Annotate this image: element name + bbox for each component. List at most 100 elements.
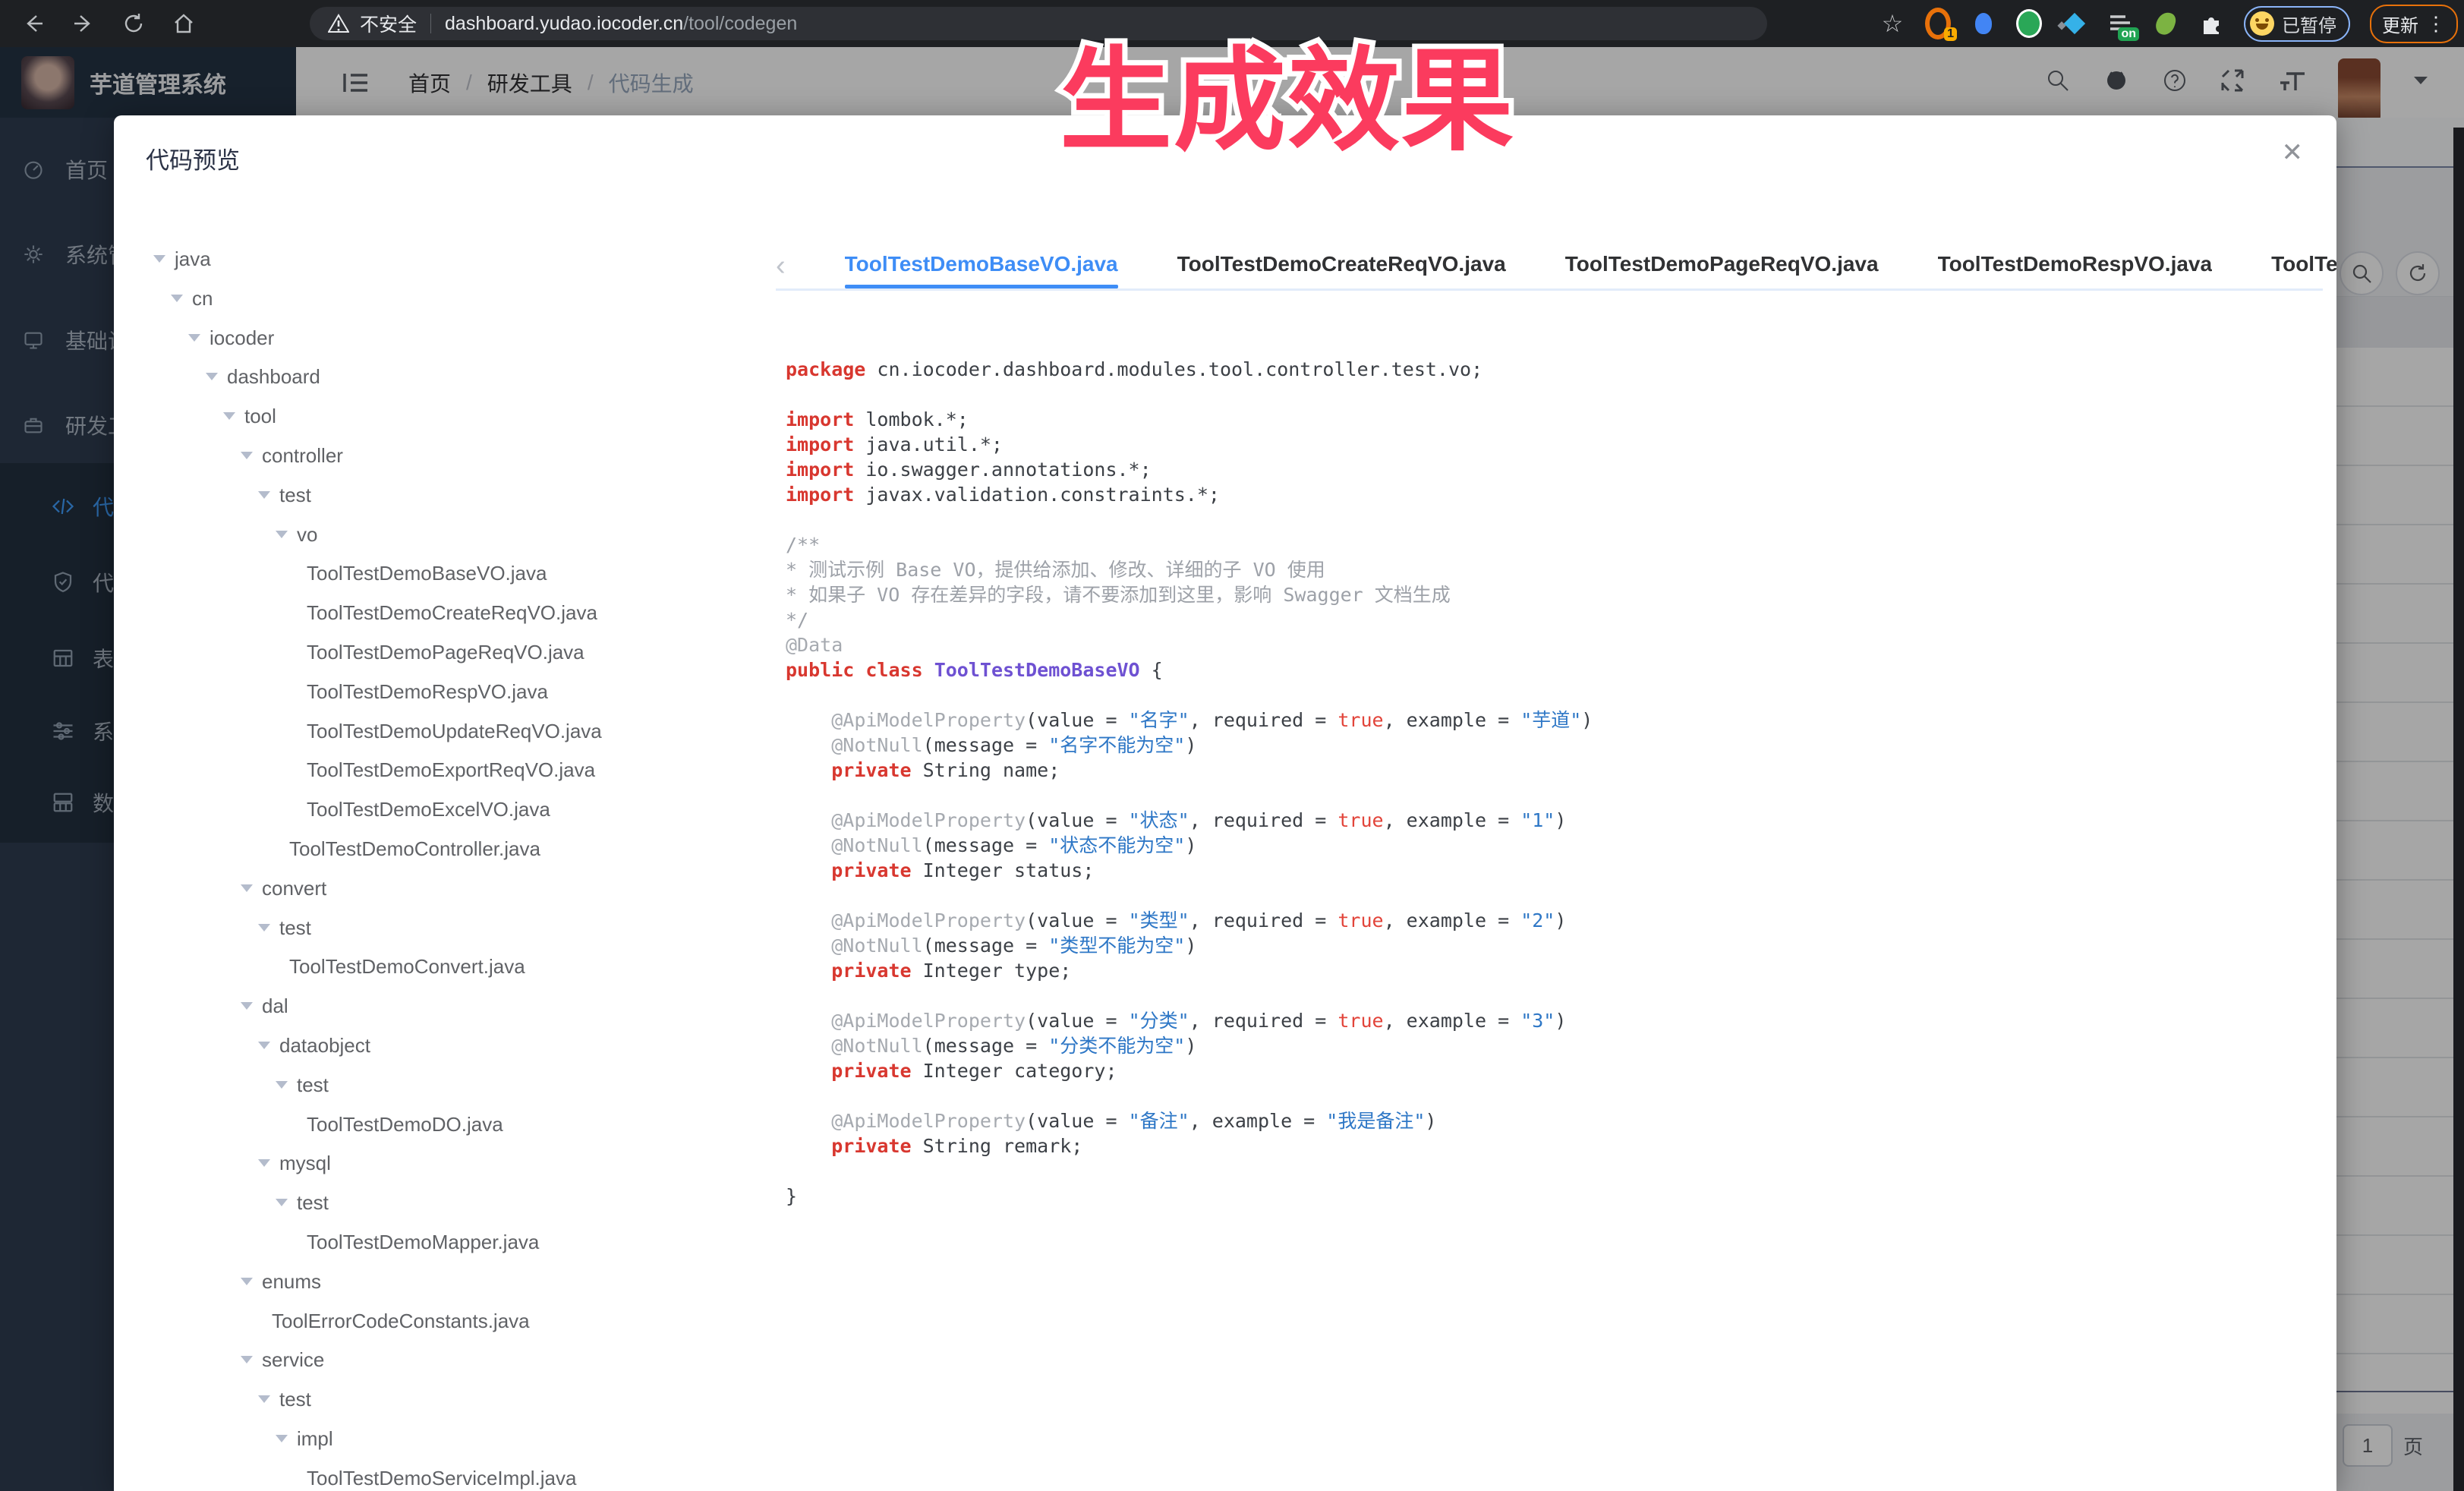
tree-node-file[interactable]: ToolTestDemoServiceImpl.java xyxy=(114,1458,759,1491)
caret-down-icon[interactable] xyxy=(258,491,270,499)
code-line xyxy=(786,883,1593,908)
bookmark-star-icon[interactable]: ☆ xyxy=(1880,11,1905,36)
caret-down-icon[interactable] xyxy=(171,295,183,302)
tree-node-label: ToolTestDemoServiceImpl.java xyxy=(307,1467,576,1490)
tree-node-folder[interactable]: java xyxy=(114,239,759,279)
code-line: public class ToolTestDemoBaseVO { xyxy=(786,657,1593,682)
extension-diamond-icon[interactable] xyxy=(2062,11,2087,36)
tree-node-folder[interactable]: dataobject xyxy=(114,1026,759,1065)
extension-blue-gem-icon[interactable] xyxy=(1971,11,1996,36)
tree-node-folder[interactable]: controller xyxy=(114,436,759,475)
code-line: /** xyxy=(786,532,1593,557)
caret-down-icon[interactable] xyxy=(276,1199,288,1206)
extension-orange-icon[interactable]: 1 xyxy=(1925,11,1951,36)
tree-node-folder[interactable]: vo xyxy=(114,515,759,554)
tree-node-folder[interactable]: impl xyxy=(114,1419,759,1458)
tree-node-folder[interactable]: test xyxy=(114,1379,759,1419)
caret-down-icon[interactable] xyxy=(241,1356,253,1363)
caret-down-icon[interactable] xyxy=(241,1002,253,1010)
extension-plant-icon[interactable] xyxy=(2153,11,2179,36)
code-line: private String remark; xyxy=(786,1133,1593,1158)
forward-icon[interactable] xyxy=(67,7,100,40)
tree-node-file[interactable]: ToolTestDemoDO.java xyxy=(114,1105,759,1144)
tree-node-folder[interactable]: dashboard xyxy=(114,357,759,396)
tree-node-file[interactable]: ToolTestDemoBaseVO.java xyxy=(114,553,759,593)
reload-icon[interactable] xyxy=(117,7,150,40)
tree-node-folder[interactable]: tool xyxy=(114,396,759,436)
tree-node-label: service xyxy=(262,1348,324,1372)
caret-down-icon[interactable] xyxy=(223,412,235,420)
tree-node-folder[interactable]: test xyxy=(114,475,759,515)
caret-down-icon[interactable] xyxy=(258,1395,270,1403)
tree-node-file[interactable]: ToolTestDemoUpdateReqVO.java xyxy=(114,711,759,751)
tree-node-label: ToolTestDemoUpdateReqVO.java xyxy=(307,720,602,743)
address-bar[interactable]: 不安全 dashboard.yudao.iocoder.cn/tool/code… xyxy=(310,7,1767,40)
tree-node-folder[interactable]: enums xyxy=(114,1262,759,1301)
tree-node-file[interactable]: ToolTestDemoExportReqVO.java xyxy=(114,750,759,790)
caret-down-icon[interactable] xyxy=(241,884,253,892)
code-line: @NotNull(message = "分类不能为空") xyxy=(786,1033,1593,1058)
caret-down-icon[interactable] xyxy=(258,1042,270,1049)
code-preview-dialog: 代码预览 ✕ javacniocoderdashboardtoolcontrol… xyxy=(114,115,2336,1491)
tree-node-label: iocoder xyxy=(210,326,274,350)
tree-node-label: test xyxy=(279,916,311,940)
url-path[interactable]: /tool/codegen xyxy=(683,13,797,35)
tree-node-folder[interactable]: iocoder xyxy=(114,318,759,358)
extension-on-badge: on xyxy=(2118,27,2139,41)
chrome-update-button[interactable]: 更新 ⋮ xyxy=(2370,5,2458,43)
code-line: @NotNull(message = "名字不能为空") xyxy=(786,733,1593,758)
browser-menu-kebab-icon[interactable]: ⋮ xyxy=(2426,12,2446,36)
close-icon[interactable]: ✕ xyxy=(2282,140,2304,165)
url-host[interactable]: dashboard.yudao.iocoder.cn xyxy=(445,13,683,35)
caret-down-icon[interactable] xyxy=(276,531,288,538)
caret-down-icon[interactable] xyxy=(241,1278,253,1285)
extension-green-circle-icon[interactable] xyxy=(2016,11,2042,36)
tabs-prev-icon[interactable]: ‹ xyxy=(776,243,786,288)
tab-file-5[interactable]: ToolTe xyxy=(2271,243,2336,288)
code-line xyxy=(786,1083,1593,1108)
tab-file-1[interactable]: ToolTestDemoBaseVO.java xyxy=(845,243,1118,288)
tree-node-file[interactable]: ToolTestDemoConvert.java xyxy=(114,947,759,986)
back-icon[interactable] xyxy=(17,7,50,40)
tree-node-folder[interactable]: convert xyxy=(114,868,759,908)
tree-node-folder[interactable]: service xyxy=(114,1340,759,1379)
tree-node-file[interactable]: ToolTestDemoExcelVO.java xyxy=(114,790,759,829)
tree-node-file[interactable]: ToolTestDemoPageReqVO.java xyxy=(114,632,759,672)
caret-down-icon[interactable] xyxy=(276,1081,288,1089)
security-label[interactable]: 不安全 xyxy=(360,10,417,37)
tree-node-file[interactable]: ToolTestDemoController.java xyxy=(114,829,759,868)
tree-node-file[interactable]: ToolErrorCodeConstants.java xyxy=(114,1301,759,1341)
caret-down-icon[interactable] xyxy=(206,373,218,380)
caret-down-icon[interactable] xyxy=(258,924,270,931)
tree-node-folder[interactable]: cn xyxy=(114,279,759,318)
tree-node-label: dashboard xyxy=(227,365,320,389)
tree-node-folder[interactable]: dal xyxy=(114,986,759,1026)
not-secure-warning-icon[interactable] xyxy=(328,14,349,33)
url-divider xyxy=(430,14,431,33)
tree-node-folder[interactable]: test xyxy=(114,908,759,947)
tree-node-folder[interactable]: test xyxy=(114,1065,759,1105)
code-line: @ApiModelProperty(value = "状态", required… xyxy=(786,808,1593,833)
tree-node-file[interactable]: ToolTestDemoMapper.java xyxy=(114,1222,759,1262)
tree-node-label: test xyxy=(279,484,311,507)
tree-node-label: impl xyxy=(297,1427,333,1451)
extension-badge: 1 xyxy=(1944,27,1957,41)
tree-node-folder[interactable]: mysql xyxy=(114,1143,759,1183)
tree-node-folder[interactable]: test xyxy=(114,1183,759,1222)
tab-file-4[interactable]: ToolTestDemoRespVO.java xyxy=(1938,243,2213,288)
caret-down-icon[interactable] xyxy=(153,255,165,263)
caret-down-icon[interactable] xyxy=(258,1159,270,1167)
tab-file-3[interactable]: ToolTestDemoPageReqVO.java xyxy=(1565,243,1879,288)
caret-down-icon[interactable] xyxy=(241,452,253,459)
tree-node-file[interactable]: ToolTestDemoCreateReqVO.java xyxy=(114,593,759,632)
caret-down-icon[interactable] xyxy=(188,334,200,342)
tree-node-label: ToolTestDemoExcelVO.java xyxy=(307,798,550,821)
code-line: import java.util.*; xyxy=(786,432,1593,457)
home-icon[interactable] xyxy=(167,7,200,40)
tab-file-2[interactable]: ToolTestDemoCreateReqVO.java xyxy=(1177,243,1506,288)
tree-node-file[interactable]: ToolTestDemoRespVO.java xyxy=(114,672,759,711)
caret-down-icon[interactable] xyxy=(276,1435,288,1442)
extensions-puzzle-icon[interactable] xyxy=(2198,11,2224,36)
paused-extension-pill[interactable]: 已暂停 xyxy=(2244,6,2350,42)
extension-list-icon[interactable]: on xyxy=(2107,11,2133,36)
